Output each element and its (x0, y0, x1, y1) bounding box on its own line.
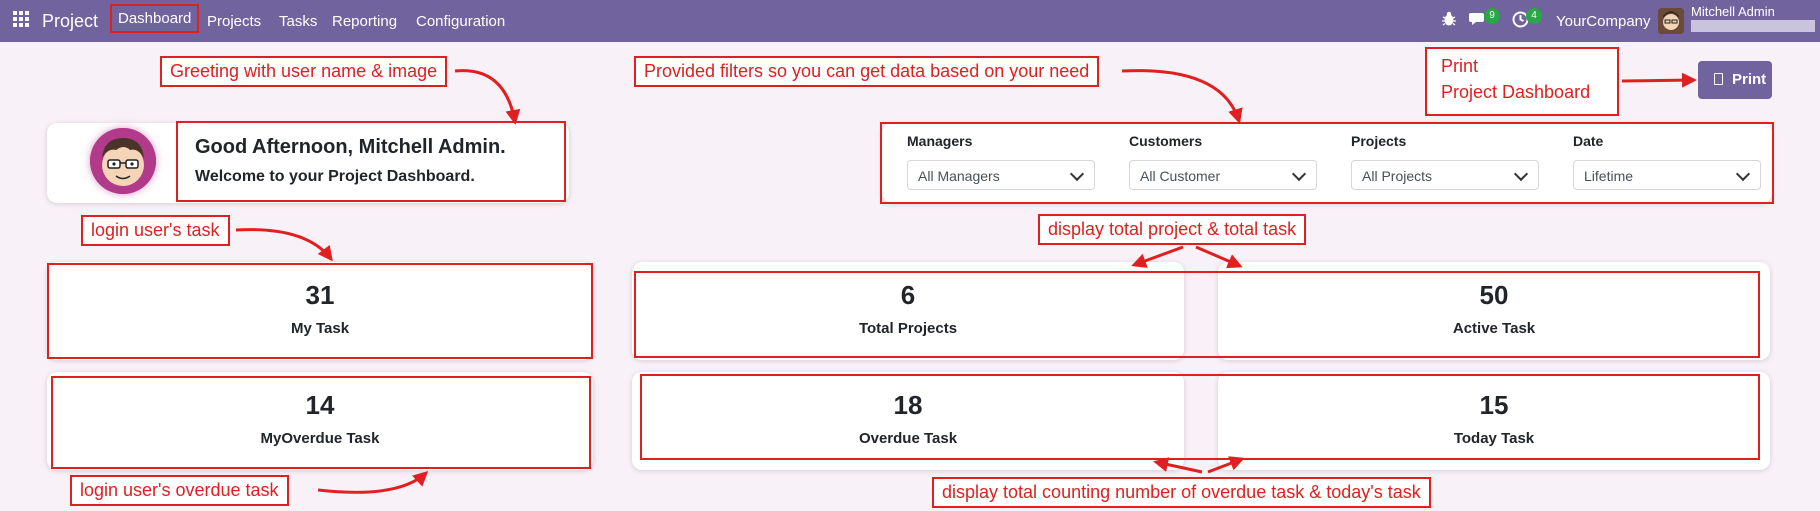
menu-tasks[interactable]: Tasks (279, 13, 317, 30)
app-brand[interactable]: Project (42, 11, 98, 32)
annotation-box-my-overdue (51, 376, 591, 469)
annotation-login-task: login user's task (81, 215, 230, 246)
menu-projects[interactable]: Projects (207, 13, 261, 30)
projects-select-value: All Projects (1362, 168, 1433, 184)
activities-badge: 4 (1526, 8, 1542, 24)
filter-label-managers: Managers (907, 133, 973, 149)
chevron-down-icon (1291, 166, 1307, 182)
projects-select[interactable]: All Projects (1351, 160, 1539, 190)
menu-dashboard[interactable]: Dashboard (110, 4, 200, 33)
customers-select-value: All Customer (1140, 168, 1221, 184)
chevron-down-icon (1069, 166, 1085, 182)
annotation-login-overdue: login user's overdue task (70, 475, 289, 506)
annotation-print: Print Project Dashboard (1425, 47, 1619, 116)
filter-label-customers: Customers (1129, 133, 1203, 149)
menu-configuration[interactable]: Configuration (416, 13, 505, 30)
annotation-box-my-task (47, 263, 593, 359)
filter-label-date: Date (1573, 133, 1604, 149)
customers-select[interactable]: All Customer (1129, 160, 1317, 190)
messages-badge: 9 (1484, 8, 1500, 24)
chevron-down-icon (1735, 166, 1751, 182)
date-select-value: Lifetime (1584, 168, 1634, 184)
managers-select[interactable]: All Managers (907, 160, 1095, 190)
apps-grid-icon[interactable] (13, 11, 31, 29)
annotation-total-counts: display total project & total task (1038, 214, 1307, 245)
user-db-blurred (1691, 20, 1815, 32)
date-select[interactable]: Lifetime (1573, 160, 1761, 190)
filter-label-projects: Projects (1351, 133, 1407, 149)
annotation-greeting: Greeting with user name & image (160, 56, 448, 87)
chevron-down-icon (1513, 166, 1529, 182)
annotation-filters: Provided filters so you can get data bas… (634, 56, 1100, 87)
user-profile-image (90, 128, 156, 194)
bug-icon[interactable] (1442, 11, 1456, 31)
top-navbar: Project Dashboard Projects Tasks Reporti… (0, 0, 1820, 42)
annotation-overdue-today: display total counting number of overdue… (932, 477, 1431, 508)
managers-select-value: All Managers (918, 168, 1000, 184)
user-avatar[interactable] (1658, 8, 1684, 34)
print-icon (1714, 73, 1723, 85)
annotation-print-line2: Project Dashboard (1441, 82, 1591, 102)
annotation-print-line1: Print (1441, 56, 1479, 76)
menu-reporting[interactable]: Reporting (332, 13, 397, 30)
user-name[interactable]: Mitchell Admin (1691, 4, 1775, 19)
print-button[interactable]: Print (1698, 61, 1772, 99)
company-switcher[interactable]: YourCompany (1556, 13, 1651, 30)
annotation-box-totals (634, 271, 1760, 358)
annotation-box-greeting (176, 121, 566, 202)
print-button-label: Print (1732, 71, 1767, 88)
annotation-box-overdue-today (640, 374, 1760, 460)
